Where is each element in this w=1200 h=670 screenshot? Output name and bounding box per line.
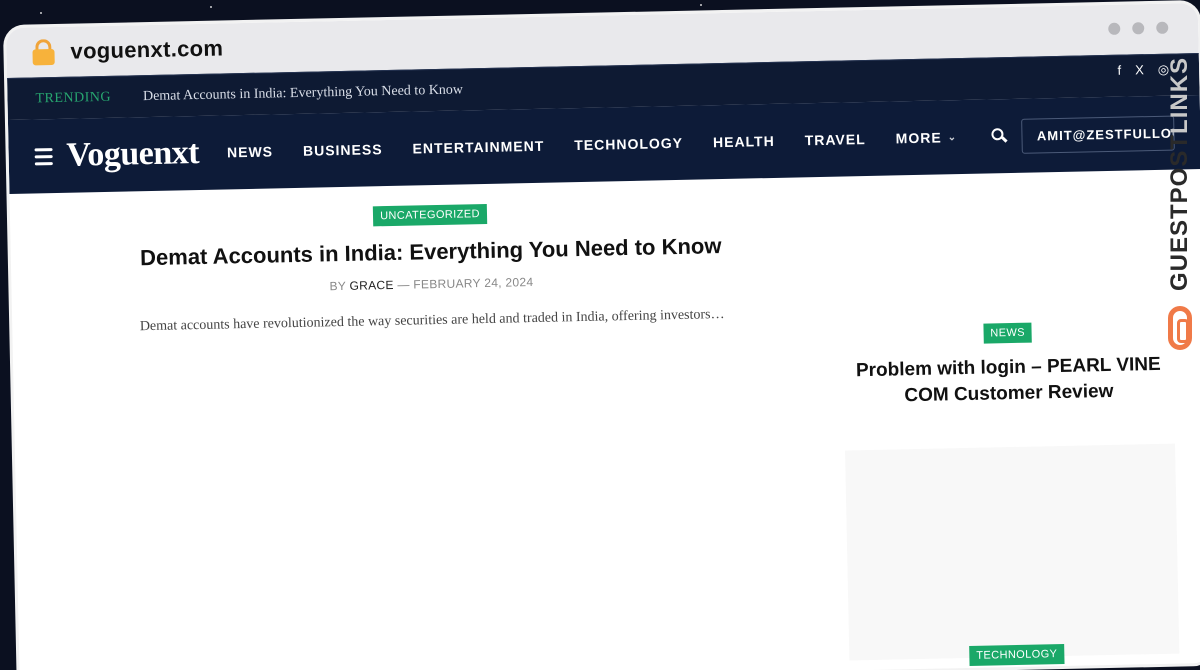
nav-item-technology[interactable]: TECHNOLOGY bbox=[574, 135, 683, 153]
nav-item-more[interactable]: MORE ⌄ bbox=[896, 129, 958, 146]
nav-item-news[interactable]: NEWS bbox=[227, 143, 273, 160]
trending-headline-link[interactable]: Demat Accounts in India: Everything You … bbox=[143, 82, 463, 105]
nav-item-health[interactable]: HEALTH bbox=[713, 133, 775, 150]
window-dot-icon[interactable] bbox=[1156, 21, 1169, 34]
trending-label: TRENDING bbox=[35, 89, 112, 106]
nav-item-business[interactable]: BUSINESS bbox=[303, 141, 383, 159]
chain-link-icon bbox=[1168, 306, 1192, 350]
sidebar: NEWS Problem with login – PEARL VINE COM… bbox=[842, 320, 1180, 666]
category-badge-technology[interactable]: TECHNOLOGY bbox=[969, 643, 1065, 666]
guestpostlinks-watermark: GUESTPOSTLINKS bbox=[1164, 56, 1198, 356]
lock-icon bbox=[32, 39, 55, 66]
site-logo[interactable]: Voguenxt bbox=[66, 134, 199, 175]
meta-separator: — bbox=[397, 277, 410, 292]
address-bar-url[interactable]: voguenxt.com bbox=[70, 35, 223, 64]
window-dot-icon[interactable] bbox=[1108, 22, 1121, 35]
user-account-button[interactable]: AMIT@ZESTFULLOUTREA bbox=[1021, 115, 1175, 154]
category-badge[interactable]: UNCATEGORIZED bbox=[372, 203, 488, 227]
chevron-down-icon: ⌄ bbox=[947, 131, 958, 143]
facebook-icon[interactable]: f bbox=[1117, 63, 1121, 79]
nav-menu: NEWS BUSINESS ENTERTAINMENT TECHNOLOGY H… bbox=[227, 129, 957, 160]
main-post: UNCATEGORIZED Demat Accounts in India: E… bbox=[70, 184, 793, 337]
post-date: FEBRUARY 24, 2024 bbox=[413, 275, 534, 292]
browser-window: voguenxt.com TRENDING Demat Accounts in … bbox=[6, 3, 1200, 670]
post-meta: BY GRACE — FEBRUARY 24, 2024 bbox=[71, 270, 791, 299]
search-icon[interactable] bbox=[990, 128, 1008, 144]
post-title[interactable]: Demat Accounts in India: Everything You … bbox=[71, 232, 791, 273]
post-by-label: BY bbox=[329, 278, 347, 294]
sidebar-post-thumbnail[interactable]: TECHNOLOGY bbox=[845, 443, 1180, 666]
nav-item-entertainment[interactable]: ENTERTAINMENT bbox=[412, 138, 544, 157]
page-content: UNCATEGORIZED Demat Accounts in India: E… bbox=[9, 169, 1200, 666]
sidebar-post-title[interactable]: Problem with login – PEARL VINE COM Cust… bbox=[843, 352, 1174, 411]
post-author-link[interactable]: GRACE bbox=[349, 278, 393, 293]
hamburger-menu-icon[interactable] bbox=[34, 144, 53, 169]
window-controls bbox=[1108, 21, 1169, 35]
watermark-text: GUESTPOSTLINKS bbox=[1166, 56, 1193, 291]
social-links: f X ◎ bbox=[1117, 62, 1169, 79]
post-excerpt: Demat accounts have revolutionized the w… bbox=[139, 307, 725, 335]
category-badge-news[interactable]: NEWS bbox=[983, 322, 1033, 344]
x-twitter-icon[interactable]: X bbox=[1135, 62, 1144, 78]
window-dot-icon[interactable] bbox=[1132, 22, 1145, 35]
nav-item-more-label: MORE bbox=[895, 129, 942, 147]
nav-item-travel[interactable]: TRAVEL bbox=[805, 131, 866, 148]
website: TRENDING Demat Accounts in India: Everyt… bbox=[7, 53, 1200, 666]
